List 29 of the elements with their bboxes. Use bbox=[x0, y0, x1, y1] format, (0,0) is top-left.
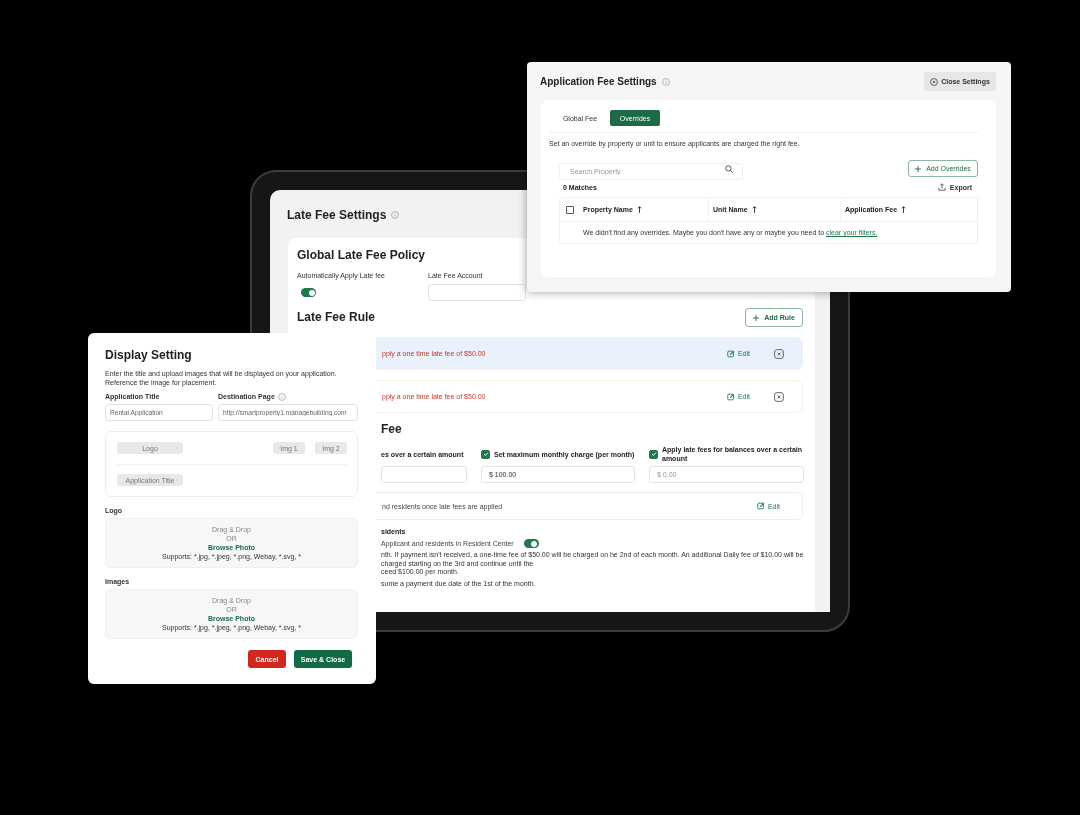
plus-icon bbox=[753, 314, 760, 321]
toggle-switch[interactable] bbox=[301, 288, 316, 297]
section-heading: Fee bbox=[380, 422, 403, 437]
section-heading: Global Late Fee Policy bbox=[297, 248, 427, 263]
edit-icon bbox=[726, 392, 735, 401]
info-icon bbox=[277, 392, 286, 401]
page-title: Late Fee Settings bbox=[287, 207, 387, 222]
panel-title: Application Fee Settings bbox=[540, 76, 657, 87]
toggle-switch[interactable] bbox=[523, 539, 539, 548]
account-field[interactable] bbox=[428, 284, 526, 301]
sort-icon[interactable] bbox=[901, 206, 907, 213]
info-icon bbox=[391, 210, 400, 219]
edit-icon bbox=[756, 502, 765, 510]
section-heading: Late Fee Rule bbox=[297, 310, 376, 325]
edit-icon bbox=[726, 349, 735, 358]
remove-icon[interactable] bbox=[774, 391, 784, 402]
sort-icon[interactable] bbox=[636, 206, 642, 213]
amount-field[interactable] bbox=[381, 466, 467, 483]
export-icon bbox=[937, 183, 946, 191]
search-icon bbox=[725, 164, 733, 173]
close-icon bbox=[930, 77, 939, 86]
checkbox[interactable] bbox=[481, 449, 490, 459]
checkbox[interactable] bbox=[566, 205, 574, 214]
checkbox[interactable] bbox=[649, 449, 658, 459]
plus-icon bbox=[915, 165, 922, 172]
dialog-title: Display Setting bbox=[105, 348, 193, 363]
remove-icon[interactable] bbox=[774, 348, 784, 359]
sort-icon[interactable] bbox=[751, 206, 757, 213]
info-icon bbox=[661, 77, 670, 86]
